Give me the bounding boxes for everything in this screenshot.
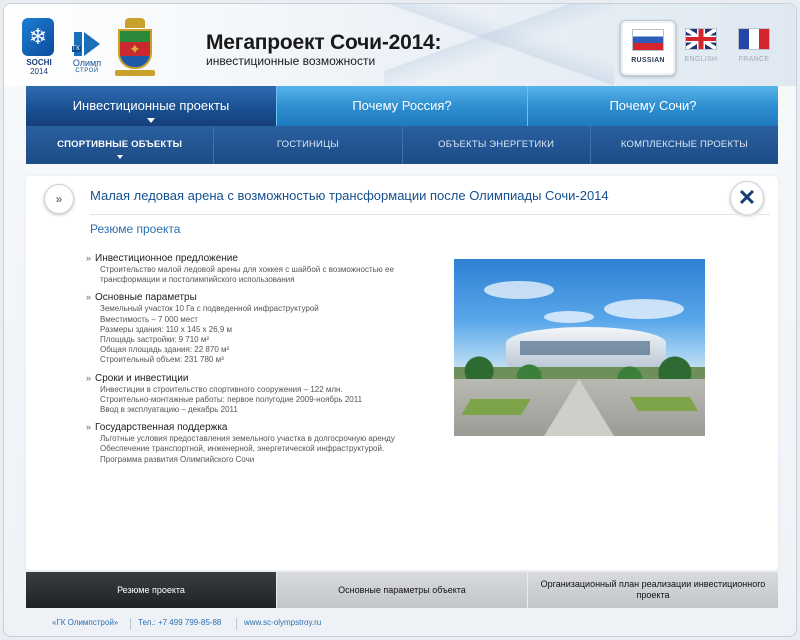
- lang-france-label: FRANCE: [738, 56, 770, 63]
- section-tabs: Резюме проекта Основные параметры объект…: [26, 572, 778, 608]
- nav-investment-projects[interactable]: Инвестиционные проекты: [26, 86, 276, 126]
- sochi-2014-logo[interactable]: ❄ SOCHI 2014: [22, 18, 56, 80]
- project-info: » Инвестиционное предложение Строительств…: [86, 252, 446, 471]
- close-icon: ✕: [737, 185, 757, 210]
- flag-uk-icon: [685, 28, 717, 50]
- info-line: Общая площадь здания: 22 870 м²: [100, 345, 230, 355]
- site-title: Мегапроект Сочи-2014:: [206, 31, 442, 54]
- footer-divider: [130, 618, 131, 630]
- info-block-timing-investments: » Сроки и инвестиции Инвестиции в строите…: [86, 372, 446, 416]
- snowflake-icon: ❄: [22, 18, 54, 56]
- tab-project-summary[interactable]: Резюме проекта: [26, 572, 276, 608]
- lang-france-button[interactable]: FRANCE: [726, 20, 782, 76]
- nav-why-russia[interactable]: Почему Россия?: [276, 86, 527, 126]
- title-divider: [90, 214, 770, 215]
- lang-english-button[interactable]: ENGLISH: [673, 20, 729, 76]
- footer-phone: Тел.: +7 499 799-85-88: [138, 618, 222, 627]
- crest-base: [115, 70, 155, 76]
- olimpstroy-logo[interactable]: ГК Олимп СТРОЙ: [66, 32, 108, 82]
- info-line: Размеры здания: 110 х 145 х 26,9 м: [100, 324, 233, 334]
- info-block-state-support: » Государственная поддержка Льготные усло…: [86, 421, 446, 465]
- lang-english-label: ENGLISH: [684, 56, 718, 63]
- info-line: Земельный участок 10 Га с подведенной ин…: [100, 304, 319, 314]
- sochi-logo-year: 2014: [30, 67, 48, 76]
- double-chevron-icon: »: [86, 422, 92, 433]
- section-title: Резюме проекта: [90, 222, 181, 236]
- info-line: Строительство малой ледовой арены для хо…: [100, 265, 394, 274]
- footer: «ГК Олимпстрой» Тел.: +7 499 799-85-88 w…: [26, 618, 778, 632]
- subnav-sports-facilities[interactable]: СПОРТИВНЫЕ ОБЪЕКТЫ: [26, 126, 213, 164]
- info-line: Инвестиции в строительство спортивного с…: [100, 384, 343, 394]
- info-line: трансформации и постолимпийского использ…: [100, 275, 295, 285]
- double-chevron-icon: »: [86, 253, 92, 263]
- info-line: Льготные условия предоставления земельно…: [100, 434, 395, 444]
- double-chevron-icon: »: [86, 372, 92, 383]
- shield-icon: ✦: [118, 29, 152, 69]
- info-line: Строительно-монтажные работы: первое пол…: [100, 394, 363, 404]
- info-line: Строительный объем: 231 780 м³: [100, 355, 224, 365]
- double-chevron-right-icon: »: [55, 192, 63, 206]
- subnav-energy-facilities[interactable]: ОБЪЕКТЫ ЭНЕРГЕТИКИ: [401, 126, 590, 164]
- info-block-main-parameters: » Основные параметры Земельный участок 10…: [86, 291, 446, 365]
- project-title: Малая ледовая арена с возможностью транс…: [90, 188, 609, 203]
- nav-why-sochi[interactable]: Почему Сочи?: [527, 86, 778, 126]
- olimpstroy-gk-text: ГК: [72, 46, 81, 52]
- krasnodar-crest-logo[interactable]: ✦: [114, 18, 156, 80]
- project-panel: » Малая ледовая арена с возможностью тра…: [26, 176, 778, 570]
- header: ❄ SOCHI 2014 ГК Олимп СТРОЙ ✦ Мегапроект…: [4, 4, 796, 86]
- lang-russian-button[interactable]: RUSSIAN: [620, 20, 676, 76]
- subnav-hotels[interactable]: ГОСТИНИЦЫ: [213, 126, 401, 164]
- olimpstroy-logo-sub: СТРОЙ: [75, 68, 99, 74]
- info-heading: Основные параметры: [95, 292, 197, 304]
- sochi-logo-text: SOCHI: [26, 58, 52, 67]
- arena-rendering-image: [454, 259, 705, 436]
- tab-main-parameters[interactable]: Основные параметры объекта: [276, 572, 527, 608]
- page-frame: ❄ SOCHI 2014 ГК Олимп СТРОЙ ✦ Мегапроект…: [3, 3, 797, 637]
- site-subtitle: инвестиционные возможности: [206, 54, 376, 68]
- info-line: Ввод в эксплуатацию – декабрь 2011: [100, 405, 238, 415]
- subnav-complex-projects[interactable]: КОМПЛЕКСНЫЕ ПРОЕКТЫ: [589, 126, 778, 164]
- footer-site-link[interactable]: www.sc-olympstroy.ru: [244, 618, 321, 627]
- main-nav: Инвестиционные проекты Почему Россия? По…: [26, 86, 778, 126]
- info-heading: Инвестиционное предложение: [95, 253, 238, 264]
- info-line: Вместимость – 7 000 мест: [100, 314, 198, 324]
- flag-ru-icon: [632, 29, 664, 51]
- info-heading: Государственная поддержка: [95, 422, 228, 434]
- olimpstroy-logo-name: Олимп: [72, 58, 102, 68]
- expand-button[interactable]: »: [44, 184, 74, 214]
- info-block-investment-offer: » Инвестиционное предложение Строительств…: [86, 252, 446, 285]
- info-line: Площадь застройки: 9 710 м²: [100, 335, 210, 345]
- info-line: Программа развития Олимпийского Сочи: [100, 454, 255, 464]
- sub-nav: СПОРТИВНЫЕ ОБЪЕКТЫ ГОСТИНИЦЫ ОБЪЕКТЫ ЭНЕ…: [26, 126, 778, 164]
- info-heading: Сроки и инвестиции: [95, 372, 189, 384]
- site-title-block: Мегапроект Сочи-2014: инвестиционные воз…: [206, 31, 442, 69]
- crown-icon: [125, 18, 145, 28]
- lang-russian-label: RUSSIAN: [631, 57, 665, 64]
- olimpstroy-mark-icon: ГК: [70, 32, 104, 56]
- close-button[interactable]: ✕: [730, 181, 764, 215]
- footer-divider: [236, 618, 237, 630]
- tab-organizational-plan[interactable]: Организационный план реализации инвестиц…: [527, 572, 778, 608]
- footer-company-link[interactable]: «ГК Олимпстрой»: [52, 618, 118, 627]
- double-chevron-icon: »: [86, 292, 92, 303]
- flag-fr-icon: [738, 28, 770, 50]
- info-line: Обеспечение транспортной, инженерной, эн…: [100, 444, 385, 454]
